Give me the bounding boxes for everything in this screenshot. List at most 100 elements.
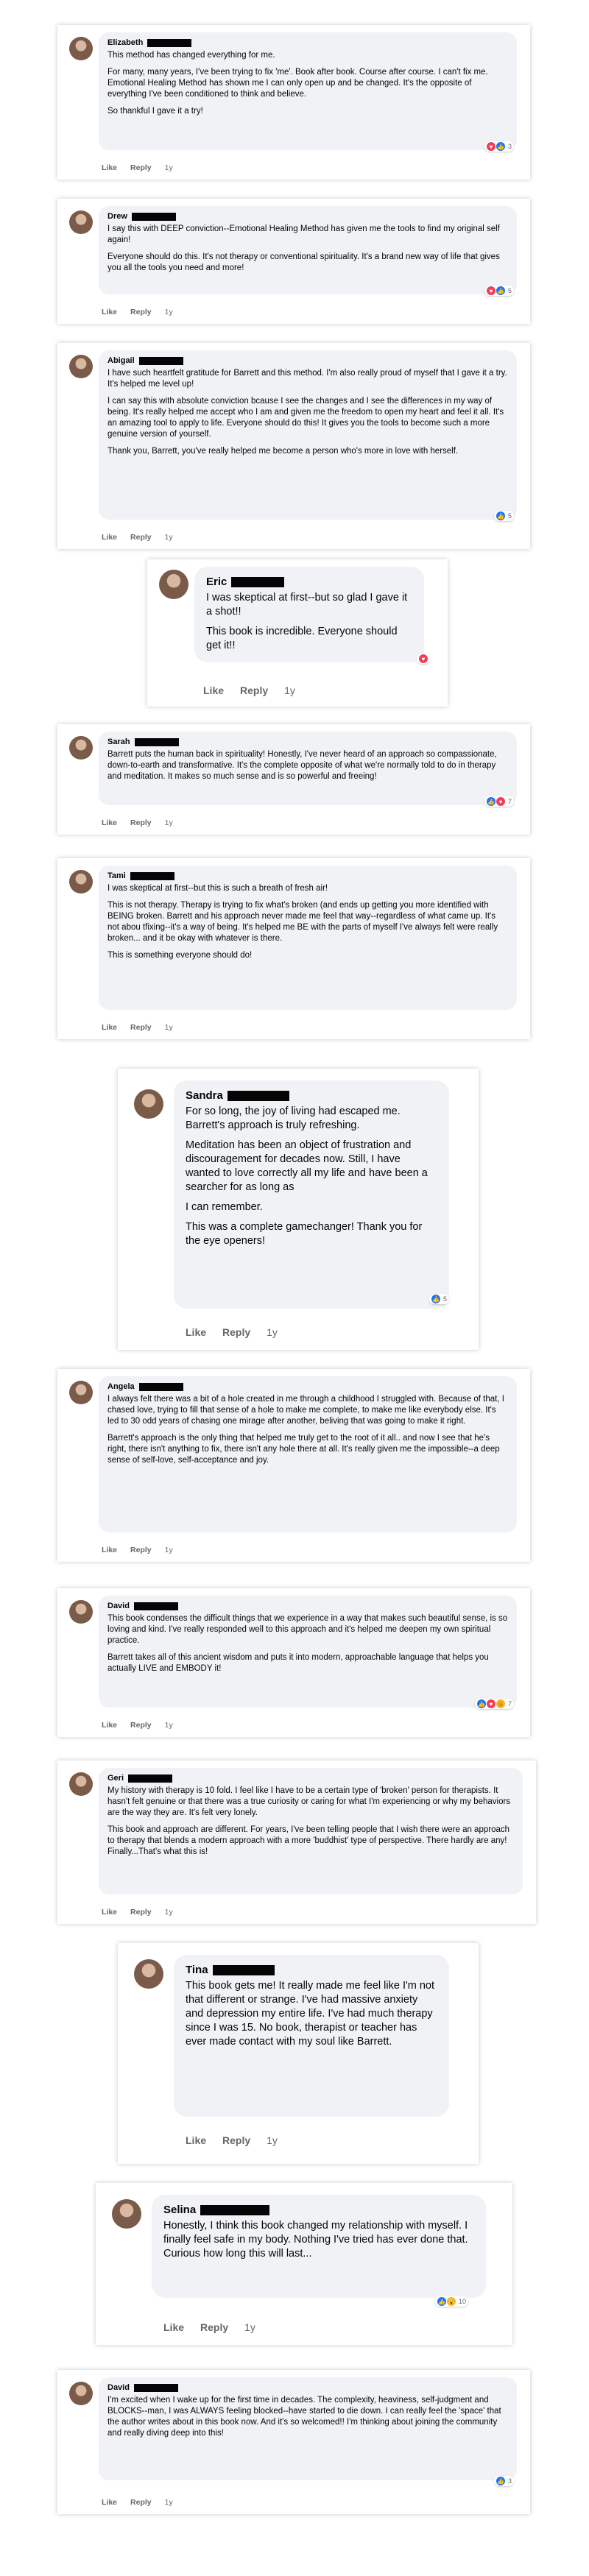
reply-button[interactable]: Reply [222, 1326, 250, 1338]
commenter-name[interactable]: Elizabeth [107, 38, 143, 47]
reply-button[interactable]: Reply [130, 163, 152, 172]
like-button[interactable]: Like [203, 684, 224, 696]
reply-button[interactable]: Reply [200, 2321, 228, 2333]
commenter-name[interactable]: Geri [107, 1774, 124, 1783]
comment-text: I always felt there was a bit of a hole … [107, 1395, 504, 1426]
reply-button[interactable]: Reply [130, 1023, 152, 1032]
commenter-name[interactable]: Abigail [107, 356, 135, 365]
reply-button[interactable]: Reply [130, 533, 152, 542]
avatar[interactable] [112, 2199, 141, 2229]
comment-card: David I'm excited when I wake up for the… [57, 2370, 530, 2514]
reaction-summary[interactable]: ♥ [417, 654, 430, 664]
reaction-count: 10 [458, 2298, 466, 2305]
comment-age: 1y [164, 533, 173, 542]
reaction-summary[interactable]: 👍 5 [493, 511, 514, 521]
like-button[interactable]: Like [163, 2321, 184, 2333]
avatar[interactable] [69, 210, 93, 234]
reply-button[interactable]: Reply [130, 308, 152, 316]
comment-actions: Like Reply 1y [186, 1326, 278, 1338]
comment-age: 1y [164, 1546, 173, 1554]
love-reaction-icon: ♥ [486, 286, 495, 295]
comment-card: Tina This book gets me! It really made m… [118, 1943, 479, 2164]
love-reaction-icon: ♥ [419, 654, 428, 663]
commenter-name[interactable]: Tami [107, 871, 126, 880]
comment-text: This method has changed everything for m… [107, 51, 275, 60]
comment-text: Everyone should do this. It's not therap… [107, 252, 500, 272]
like-button[interactable]: Like [186, 2134, 206, 2146]
avatar[interactable] [69, 736, 93, 760]
like-reaction-icon: 👍 [431, 1295, 440, 1303]
avatar[interactable] [69, 355, 93, 378]
comment-age: 1y [164, 1023, 173, 1032]
avatar[interactable] [134, 1959, 163, 1989]
comment-age: 1y [164, 1721, 173, 1730]
reaction-summary[interactable]: 👍 😮 10 [434, 2296, 468, 2307]
reaction-summary[interactable]: 👍 5 [428, 1294, 449, 1304]
comment-card: Geri My history with therapy is 10 fold.… [57, 1761, 536, 1924]
comment-card: Selina Honestly, I think this book chang… [96, 2183, 512, 2345]
like-button[interactable]: Like [102, 163, 117, 172]
reply-button[interactable]: Reply [222, 2134, 250, 2146]
comment-bubble: Abigail I have such heartfelt gratitude … [99, 350, 517, 520]
comment-text: This was a complete gamechanger! Thank y… [186, 1221, 423, 1247]
comment-text: I'm excited when I wake up for the first… [107, 2396, 501, 2438]
like-button[interactable]: Like [102, 1908, 117, 1917]
love-reaction-icon: ♥ [486, 142, 495, 151]
redacted-surname [128, 1774, 173, 1783]
redacted-surname [231, 576, 285, 587]
comment-text: I was skeptical at first--but so glad I … [206, 592, 408, 618]
comment-text: This is not therapy. Therapy is trying t… [107, 901, 498, 943]
avatar[interactable] [134, 1089, 163, 1119]
comment-actions: Like Reply 1y [102, 1908, 173, 1917]
comment-age: 1y [244, 2321, 255, 2333]
reply-button[interactable]: Reply [130, 1546, 152, 1554]
reaction-summary[interactable]: ♥ 👍 5 [484, 286, 514, 296]
like-button[interactable]: Like [102, 308, 117, 316]
comment-age: 1y [267, 1326, 278, 1338]
comment-text: This book gets me! It really made me fee… [186, 1980, 435, 2048]
avatar[interactable] [69, 37, 93, 60]
like-button[interactable]: Like [102, 2498, 117, 2507]
reply-button[interactable]: Reply [130, 1721, 152, 1730]
like-button[interactable]: Like [102, 818, 117, 827]
like-button[interactable]: Like [102, 1023, 117, 1032]
commenter-name[interactable]: Sandra [186, 1089, 223, 1102]
commenter-name[interactable]: Eric [206, 576, 227, 588]
reaction-summary[interactable]: ♥ 👍 3 [484, 141, 514, 152]
like-button[interactable]: Like [102, 533, 117, 542]
commenter-name[interactable]: Selina [163, 2204, 196, 2216]
avatar[interactable] [69, 1600, 93, 1624]
reply-button[interactable]: Reply [130, 818, 152, 827]
comment-text: Thank you, Barrett, you've really helped… [107, 447, 459, 456]
reaction-summary[interactable]: 👍 3 [493, 2476, 514, 2486]
commenter-name[interactable]: Drew [107, 212, 127, 221]
like-button[interactable]: Like [102, 1721, 117, 1730]
avatar[interactable] [69, 2382, 93, 2405]
like-reaction-icon: 👍 [495, 2477, 505, 2485]
comment-text: This is something everyone should do! [107, 951, 253, 960]
commenter-name[interactable]: David [107, 2383, 130, 2392]
comment-bubble: David I'm excited when I wake up for the… [99, 2377, 517, 2480]
comment-actions: Like Reply 1y [186, 2134, 278, 2146]
comment-actions: Like Reply 1y [102, 1546, 173, 1554]
like-button[interactable]: Like [186, 1326, 206, 1338]
reaction-summary[interactable]: 👍 ♥ 7 [484, 796, 514, 807]
avatar[interactable] [69, 1772, 93, 1796]
comment-text: For so long, the joy of living had escap… [186, 1105, 401, 1131]
avatar[interactable] [159, 570, 188, 599]
like-button[interactable]: Like [102, 1546, 117, 1554]
redacted-surname [138, 356, 183, 365]
reply-button[interactable]: Reply [130, 1908, 152, 1917]
reaction-count: 5 [507, 287, 512, 294]
avatar[interactable] [69, 1381, 93, 1404]
reply-button[interactable]: Reply [130, 2498, 152, 2507]
comment-card: Sarah Barrett puts the human back in spi… [57, 724, 530, 835]
commenter-name[interactable]: Angela [107, 1382, 135, 1391]
reply-button[interactable]: Reply [240, 684, 268, 696]
commenter-name[interactable]: Sarah [107, 737, 130, 746]
commenter-name[interactable]: Tina [186, 1964, 208, 1976]
commenter-name[interactable]: David [107, 1602, 130, 1610]
comment-text: I can say this with absolute conviction … [107, 397, 504, 439]
avatar[interactable] [69, 870, 93, 894]
reaction-summary[interactable]: 👍 ♥ ☺ 7 [474, 1699, 514, 1709]
